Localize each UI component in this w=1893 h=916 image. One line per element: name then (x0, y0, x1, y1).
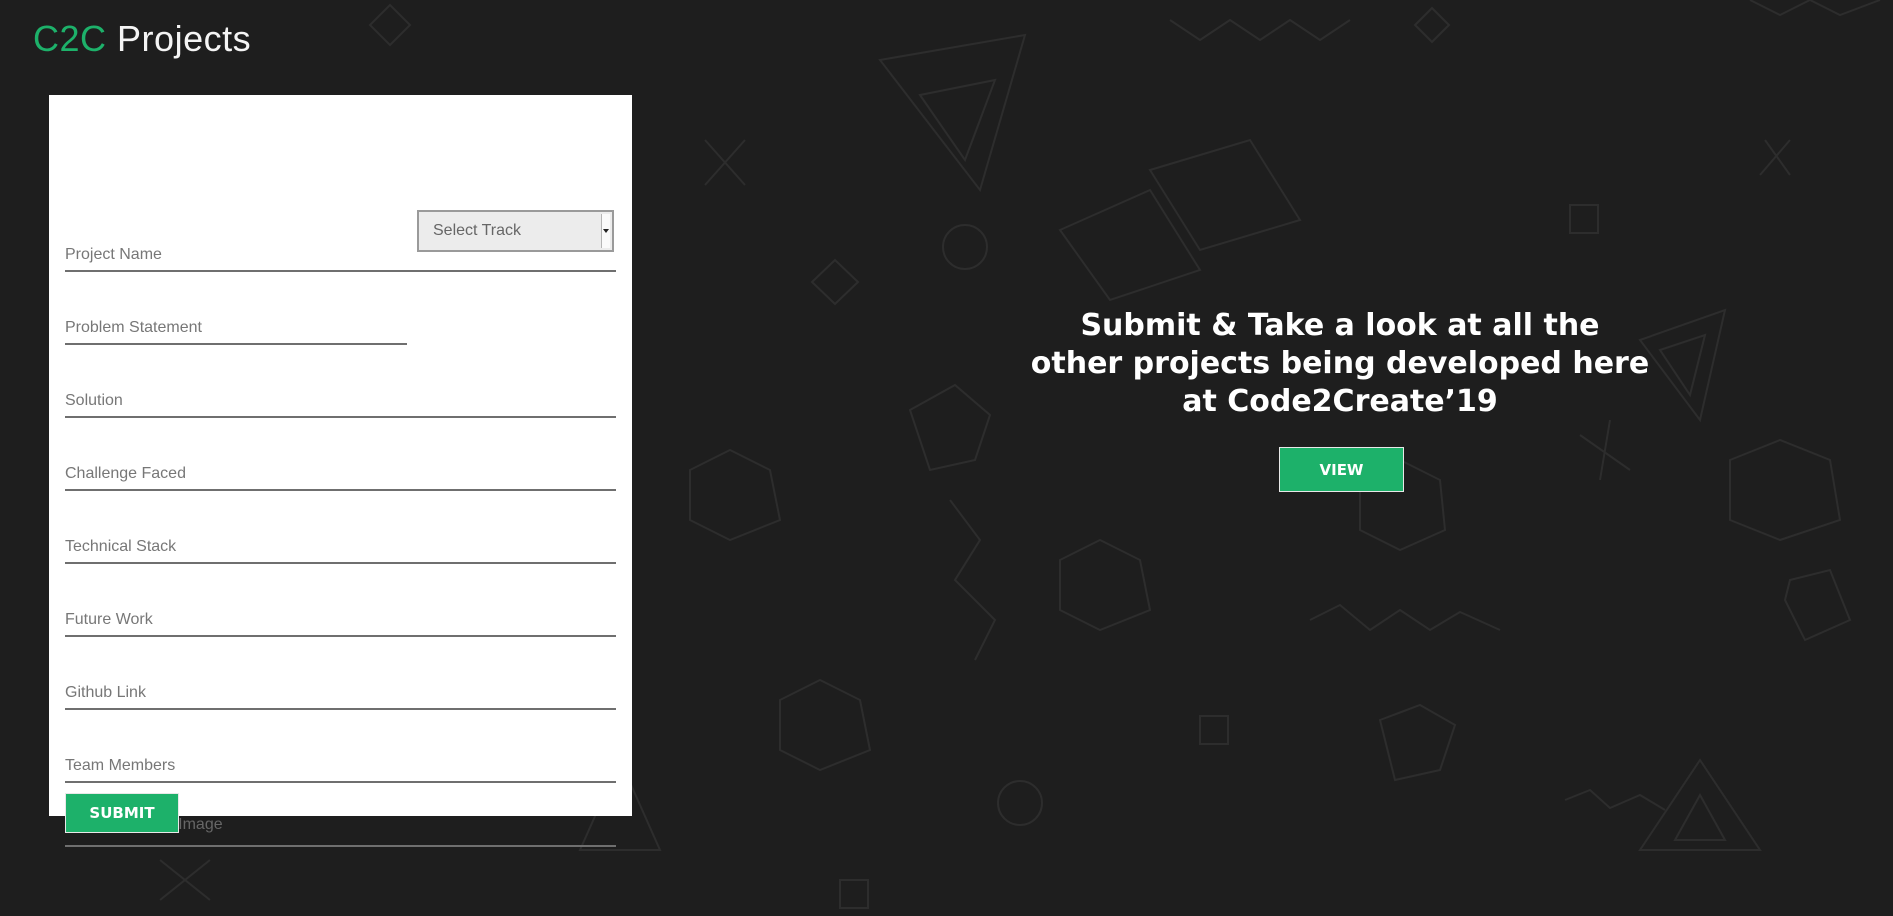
challenge-faced-field (65, 449, 616, 491)
promo-line-1: Submit & Take a look at all the (1080, 308, 1600, 343)
promo-line-3: at Code2Create’19 (1182, 384, 1498, 419)
brand-title-text: Projects (117, 18, 252, 59)
github-link-field (65, 668, 616, 710)
track-select[interactable]: Select Track (417, 210, 614, 252)
team-members-field (65, 741, 616, 783)
brand-accent-text: C2C (33, 18, 107, 59)
page: C2C Projects Select Track (0, 0, 1893, 916)
solution-input[interactable] (65, 392, 616, 410)
future-work-field (65, 595, 616, 637)
technical-stack-input[interactable] (65, 538, 616, 556)
problem-statement-field (65, 303, 407, 345)
promo-heading: Submit & Take a look at all the other pr… (1020, 307, 1660, 421)
chevron-down-icon[interactable] (601, 214, 610, 248)
future-work-input[interactable] (65, 611, 616, 629)
project-submission-form: Select Track Select Project Image SUBMIT (49, 95, 632, 847)
challenge-faced-input[interactable] (65, 465, 616, 483)
technical-stack-field (65, 522, 616, 564)
submit-button[interactable]: SUBMIT (65, 793, 179, 833)
github-link-input[interactable] (65, 684, 616, 702)
solution-field (65, 376, 616, 418)
team-members-input[interactable] (65, 757, 616, 775)
problem-statement-input[interactable] (65, 319, 407, 337)
promo-line-2: other projects being developed here (1030, 346, 1650, 381)
view-projects-button[interactable]: VIEW (1279, 447, 1404, 492)
track-select-value: Select Track (433, 222, 522, 239)
brand-logo[interactable]: C2C Projects (33, 18, 251, 60)
